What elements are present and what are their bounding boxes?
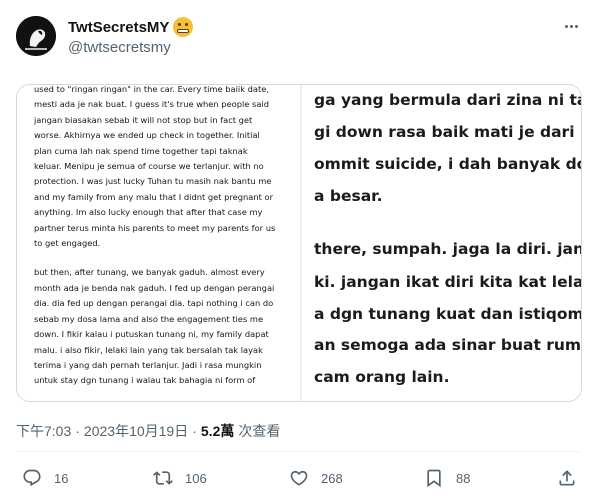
meta-separator: · [75,423,80,439]
user-handle[interactable]: @twtsecretsmy [68,39,171,56]
bookmark-icon [427,469,441,488]
reply-icon [23,469,41,487]
media-right-line: cam orang lain. [314,368,450,386]
tweet-media-image[interactable]: used to "ringan ringan" in the car. Ever… [16,84,582,402]
views-count: 5.2萬 [200,423,235,439]
media-left-panel: used to "ringan ringan" in the car. Ever… [17,85,300,401]
heart-icon [290,470,308,486]
action-bar: 16 106 268 88 [16,464,581,496]
media-right-line: a besar. [314,187,383,205]
tweet-header: TwtSecretsMY @twtsecretsmy [16,12,581,64]
retweet-button[interactable]: 106 [153,468,207,488]
grimacing-face-icon [173,17,194,37]
media-right-line: an semoga ada sinar buat rumah ta [314,336,582,354]
media-right-line: there, sumpah. jaga la diri. jangan l [314,240,582,258]
share-button[interactable] [557,468,577,488]
media-right-line: gi down rasa baik mati je dari kahw [314,123,581,141]
like-count: 268 [321,470,343,486]
avatar[interactable] [16,16,56,56]
tweet-time[interactable]: 下午7:03 [16,421,71,441]
avatar-silhouette-icon [16,16,56,56]
meta-separator: · [192,423,197,439]
media-right-line: ommit suicide, i dah banyak dosa n [314,155,581,173]
reply-count: 16 [54,470,69,486]
media-right-panel: ga yang bermula dari zina ni takkan gi d… [302,85,582,401]
like-button[interactable]: 268 [289,468,343,488]
media-right-line: ki. jangan ikat diri kita kat lelaki sel [314,273,581,291]
retweet-icon [153,471,173,485]
media-left-paragraph: but then, after tunang, we banyak gaduh.… [34,267,275,386]
name-row: TwtSecretsMY [68,17,194,37]
views-label: 次查看 [238,423,281,439]
display-name[interactable]: TwtSecretsMY [68,19,169,36]
media-right-line: a dgn tunang kuat dan istiqomah b [314,305,581,323]
bookmark-button[interactable]: 88 [424,468,470,488]
media-right-line: ga yang bermula dari zina ni takkan [314,91,581,109]
share-icon [559,470,575,486]
tweet-date[interactable]: 2023年10月19日 [84,421,188,441]
retweet-count: 106 [185,470,207,486]
bookmark-count: 88 [456,470,471,486]
reply-button[interactable]: 16 [22,468,68,488]
tweet-meta: 下午7:03 · 2023年10月19日 · 5.2萬 次查看 [16,421,280,441]
more-options-icon[interactable] [561,16,581,36]
divider [16,451,581,452]
media-left-paragraph: used to "ringan ringan" in the car. Ever… [34,85,276,249]
